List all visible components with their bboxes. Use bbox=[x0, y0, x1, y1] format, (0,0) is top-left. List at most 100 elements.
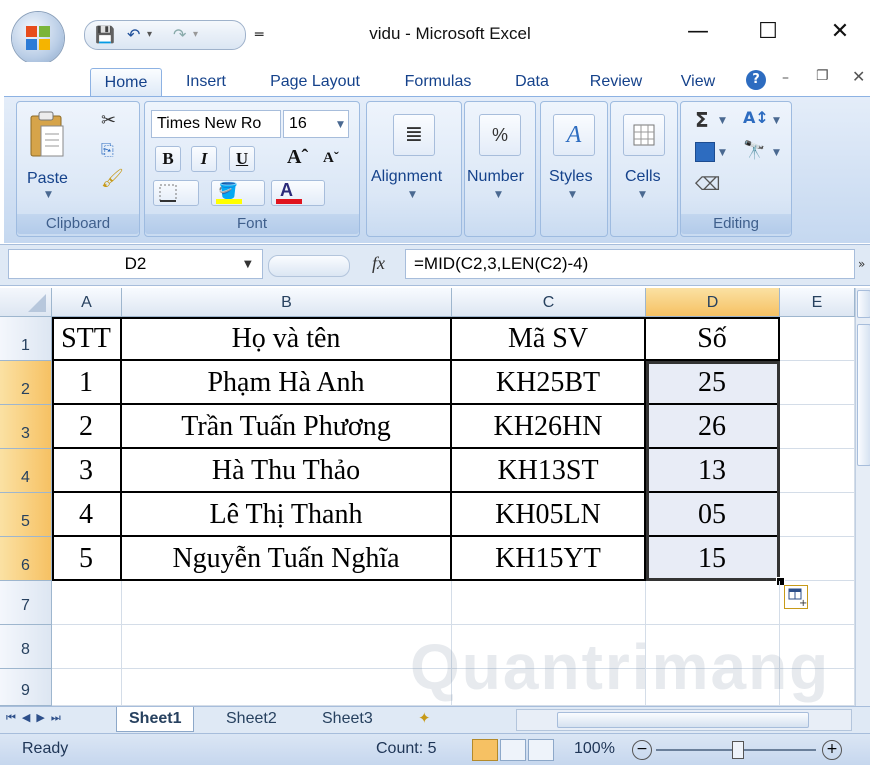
cell-b5[interactable]: Lê Thị Thanh bbox=[122, 493, 452, 537]
cell-b1[interactable]: Họ và tên bbox=[122, 317, 452, 361]
redo-icon[interactable]: ↷ bbox=[173, 24, 186, 46]
sort-filter-dropdown-icon[interactable]: ▼ bbox=[773, 116, 780, 126]
font-name-field[interactable]: Times New Ro bbox=[151, 110, 281, 138]
tab-page-layout[interactable]: Page Layout bbox=[256, 68, 374, 96]
cell-a9[interactable] bbox=[52, 669, 122, 706]
cell-a3[interactable]: 2 bbox=[52, 405, 122, 449]
undo-dropdown-icon[interactable]: ▾ bbox=[147, 24, 152, 46]
close-button[interactable]: ✕ bbox=[822, 14, 858, 50]
format-painter-icon[interactable]: 🖌 bbox=[101, 168, 124, 189]
cell-e6[interactable] bbox=[780, 537, 855, 581]
name-box-dropdown-icon[interactable]: ▼ bbox=[244, 259, 252, 270]
shrink-font-icon[interactable]: Aˇ bbox=[323, 150, 339, 167]
tab-home[interactable]: Home bbox=[90, 68, 162, 97]
cell-e2[interactable] bbox=[780, 361, 855, 405]
cell-b8[interactable] bbox=[122, 625, 452, 669]
formula-input[interactable]: =MID(C2,3,LEN(C2)-4) bbox=[405, 249, 855, 279]
sheet-nav-icon[interactable]: ⏮◀▶⏭ bbox=[6, 711, 67, 725]
cell-a5[interactable]: 4 bbox=[52, 493, 122, 537]
sort-filter-icon[interactable]: A↕ bbox=[743, 108, 769, 127]
fill-color-button[interactable]: 🪣 bbox=[211, 180, 265, 206]
tab-view[interactable]: View bbox=[670, 68, 726, 96]
cell-a4[interactable]: 3 bbox=[52, 449, 122, 493]
minimize-button[interactable]: — bbox=[680, 14, 716, 50]
cell-c2[interactable]: KH25BT bbox=[452, 361, 646, 405]
copy-icon[interactable]: ⎘ bbox=[101, 140, 114, 160]
cut-icon[interactable]: ✂ bbox=[101, 110, 116, 131]
zoom-in-icon[interactable]: + bbox=[822, 740, 842, 760]
row-header-2[interactable]: 2 bbox=[0, 361, 52, 405]
cell-c5[interactable]: KH05LN bbox=[452, 493, 646, 537]
name-box[interactable]: D2 bbox=[8, 249, 263, 279]
cell-a2[interactable]: 1 bbox=[52, 361, 122, 405]
maximize-button[interactable]: ☐ bbox=[750, 14, 786, 50]
number-group[interactable]: % Number ▼ bbox=[464, 101, 536, 237]
page-break-view-icon[interactable] bbox=[528, 739, 554, 761]
zoom-out-icon[interactable]: − bbox=[632, 740, 652, 760]
customize-qat-icon[interactable]: ═ bbox=[255, 24, 263, 46]
formula-bar-splitter[interactable] bbox=[268, 255, 350, 277]
find-select-dropdown-icon[interactable]: ▼ bbox=[773, 148, 780, 158]
insert-function-icon[interactable]: fx bbox=[372, 253, 385, 274]
cell-c3[interactable]: KH26HN bbox=[452, 405, 646, 449]
column-header-d[interactable]: D bbox=[646, 288, 780, 317]
cell-b9[interactable] bbox=[122, 669, 452, 706]
save-icon[interactable]: 💾 bbox=[95, 24, 115, 46]
cell-d1[interactable]: Số bbox=[646, 317, 780, 361]
styles-group[interactable]: A Styles ▼ bbox=[540, 101, 608, 237]
autosum-dropdown-icon[interactable]: ▼ bbox=[719, 116, 726, 126]
tab-review[interactable]: Review bbox=[580, 68, 652, 96]
horizontal-scrollbar[interactable] bbox=[516, 709, 852, 731]
cell-a7[interactable] bbox=[52, 581, 122, 625]
font-color-button[interactable]: A bbox=[271, 180, 325, 206]
sheet-tab-sheet2[interactable]: Sheet2 bbox=[214, 707, 289, 731]
row-header-7[interactable]: 7 bbox=[0, 581, 52, 625]
cell-a8[interactable] bbox=[52, 625, 122, 669]
redo-dropdown-icon[interactable]: ▾ bbox=[193, 24, 198, 46]
cell-b2[interactable]: Phạm Hà Anh bbox=[122, 361, 452, 405]
sheet-tab-sheet3[interactable]: Sheet3 bbox=[310, 707, 385, 731]
cell-e5[interactable] bbox=[780, 493, 855, 537]
column-header-c[interactable]: C bbox=[452, 288, 646, 317]
tab-formulas[interactable]: Formulas bbox=[392, 68, 484, 96]
row-header-3[interactable]: 3 bbox=[0, 405, 52, 449]
ribbon-restore-icon[interactable]: ❐ bbox=[816, 68, 829, 84]
cell-d6[interactable]: 15 bbox=[646, 537, 780, 581]
ribbon-close-icon[interactable]: ✕ bbox=[852, 67, 865, 86]
fill-icon[interactable] bbox=[695, 142, 715, 162]
fill-dropdown-icon[interactable]: ▼ bbox=[719, 148, 726, 158]
italic-button[interactable]: I bbox=[191, 146, 217, 172]
clear-icon[interactable]: ⌫ bbox=[695, 174, 720, 195]
sheet-tab-sheet1[interactable]: Sheet1 bbox=[116, 707, 195, 732]
cell-e3[interactable] bbox=[780, 405, 855, 449]
cell-d4[interactable]: 13 bbox=[646, 449, 780, 493]
cell-e1[interactable] bbox=[780, 317, 855, 361]
row-header-8[interactable]: 8 bbox=[0, 625, 52, 669]
tab-insert[interactable]: Insert bbox=[172, 68, 240, 96]
undo-icon[interactable]: ↶ bbox=[127, 24, 140, 46]
column-header-a[interactable]: A bbox=[52, 288, 122, 317]
auto-fill-options-button[interactable]: + bbox=[784, 585, 808, 609]
cell-a1[interactable]: STT bbox=[52, 317, 122, 361]
cell-b4[interactable]: Hà Thu Thảo bbox=[122, 449, 452, 493]
borders-button[interactable] bbox=[153, 180, 199, 206]
select-all-button[interactable] bbox=[0, 288, 52, 317]
cell-b3[interactable]: Trần Tuấn Phương bbox=[122, 405, 452, 449]
insert-worksheet-icon[interactable]: ✦ bbox=[418, 709, 431, 727]
tab-data[interactable]: Data bbox=[504, 68, 560, 96]
paste-button[interactable] bbox=[27, 110, 67, 166]
bold-button[interactable]: B bbox=[155, 146, 181, 172]
office-button[interactable] bbox=[12, 12, 64, 64]
alignment-group[interactable]: ≣ Alignment ▼ bbox=[366, 101, 462, 237]
horizontal-scroll-thumb[interactable] bbox=[557, 712, 809, 728]
cell-b6[interactable]: Nguyễn Tuấn Nghĩa bbox=[122, 537, 452, 581]
font-size-dropdown-icon[interactable]: ▼ bbox=[337, 120, 344, 130]
cell-a6[interactable]: 5 bbox=[52, 537, 122, 581]
vertical-scroll-thumb[interactable] bbox=[857, 324, 870, 466]
cell-c7[interactable] bbox=[452, 581, 646, 625]
column-header-b[interactable]: B bbox=[122, 288, 452, 317]
row-header-1[interactable]: 1 bbox=[0, 317, 52, 361]
cell-c1[interactable]: Mã SV bbox=[452, 317, 646, 361]
zoom-level[interactable]: 100% bbox=[574, 740, 615, 758]
cell-d2[interactable]: 25 bbox=[646, 361, 780, 405]
